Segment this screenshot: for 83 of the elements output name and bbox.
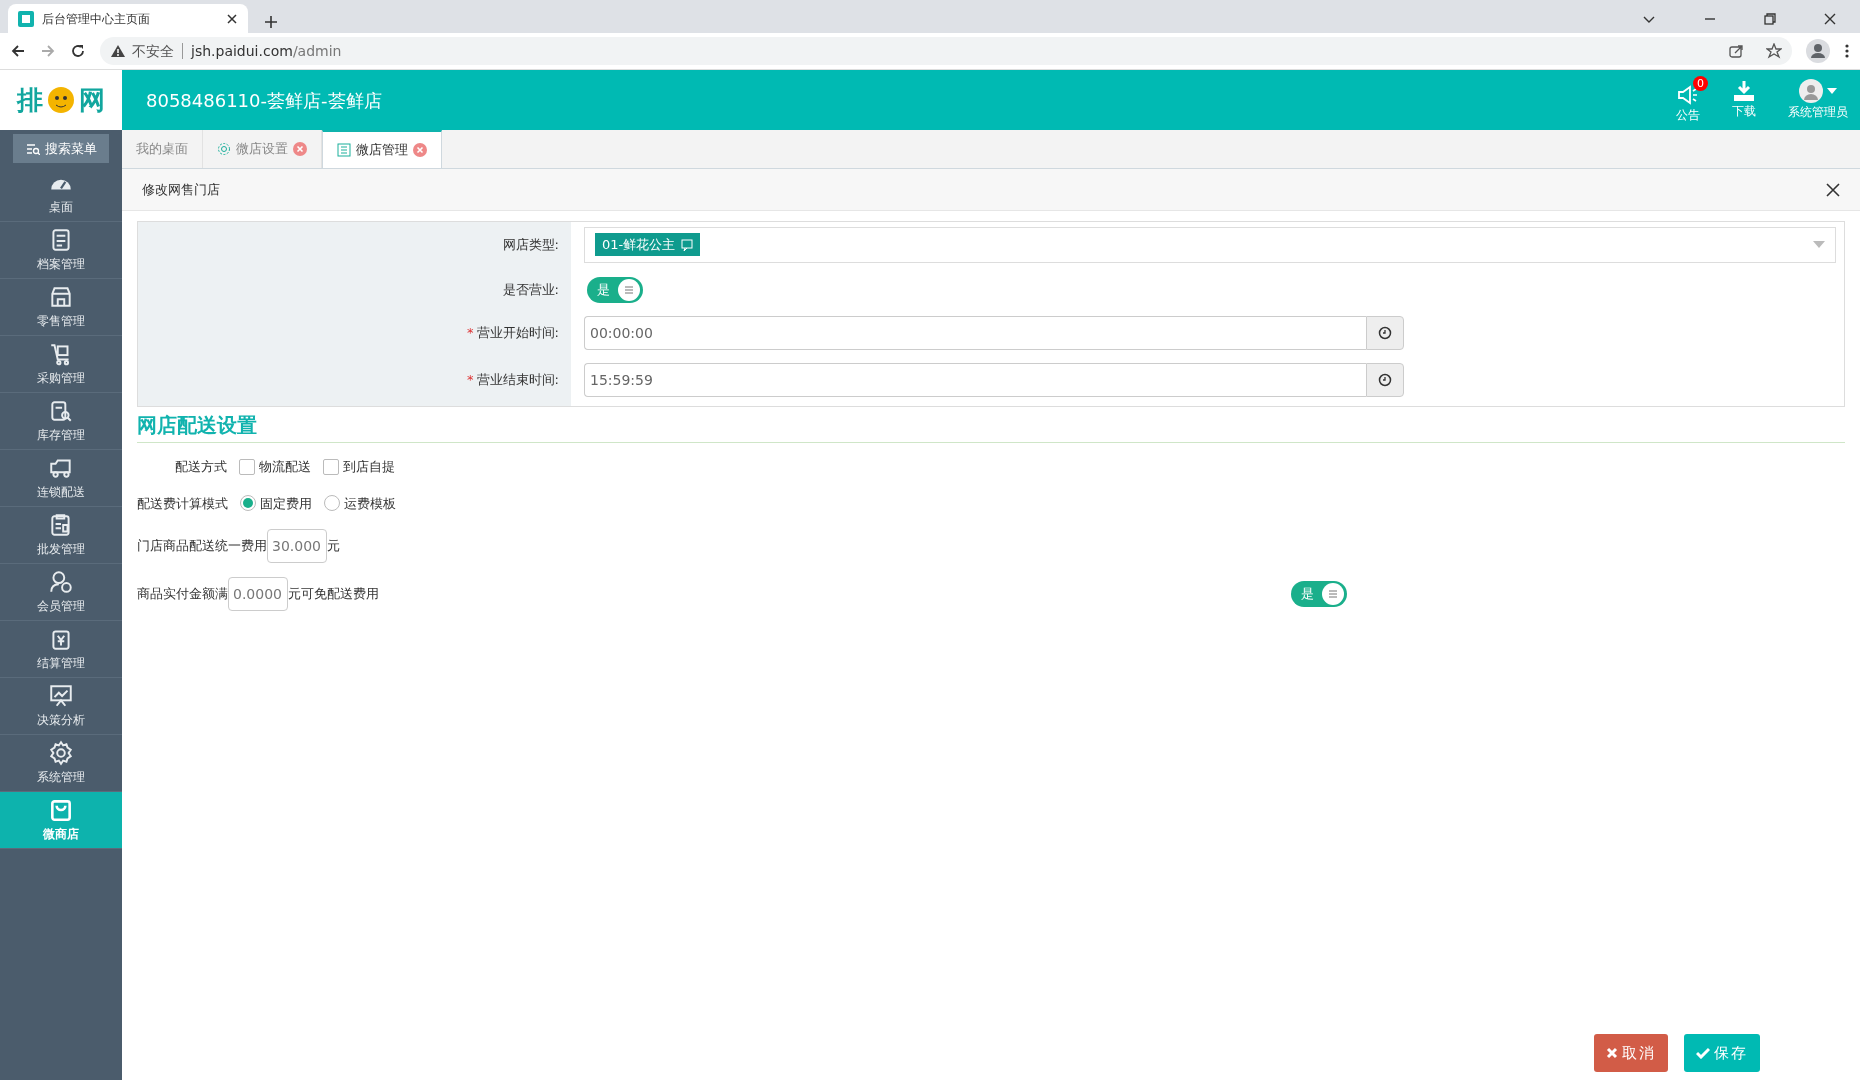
radio-button[interactable]: 运费模板 bbox=[324, 493, 396, 513]
logo-text: 网 bbox=[79, 83, 105, 117]
required-mark: * bbox=[467, 371, 474, 390]
store-icon bbox=[48, 284, 74, 310]
new-tab-icon[interactable] bbox=[264, 15, 278, 29]
clock-icon bbox=[1378, 373, 1392, 387]
check-icon bbox=[1696, 1047, 1710, 1059]
tag-icon bbox=[681, 238, 694, 251]
download-icon bbox=[1732, 80, 1756, 102]
threshold-input[interactable]: 0.0000 bbox=[228, 577, 288, 611]
fee-input[interactable]: 30.000 bbox=[267, 529, 327, 563]
field-label: 配送方式 bbox=[175, 458, 227, 476]
sidebar-item[interactable]: 档案管理 bbox=[0, 222, 122, 279]
monkey-icon bbox=[47, 85, 75, 115]
avatar-icon bbox=[1799, 79, 1823, 103]
browser-tab[interactable]: 后台管理中心主页面 bbox=[8, 4, 248, 33]
logo-text: 排 bbox=[17, 83, 43, 117]
checkbox[interactable]: 物流配送 bbox=[239, 457, 311, 477]
sidebar-item[interactable]: 结算管理 bbox=[0, 621, 122, 678]
time-field[interactable]: 15:59:59 bbox=[584, 363, 1366, 397]
field-label: 门店商品配送统一费用 bbox=[137, 537, 267, 556]
list-icon bbox=[337, 143, 351, 157]
close-icon bbox=[1606, 1047, 1618, 1059]
sidebar-item[interactable]: 库存管理 bbox=[0, 393, 122, 450]
field-label: 配送费计算模式 bbox=[137, 494, 228, 513]
field-label: 元可免配送费用 bbox=[288, 585, 379, 604]
sidebar-item[interactable]: 采购管理 bbox=[0, 336, 122, 393]
profile-icon[interactable] bbox=[1806, 39, 1830, 63]
radio-button[interactable]: 固定费用 bbox=[240, 493, 312, 513]
sidebar-item[interactable]: 连锁配送 bbox=[0, 450, 122, 507]
notice-count-badge: 0 bbox=[1693, 76, 1708, 91]
close-icon[interactable] bbox=[226, 12, 238, 25]
back-icon[interactable] bbox=[10, 43, 26, 59]
forward-icon bbox=[40, 43, 56, 59]
restore-icon[interactable] bbox=[1764, 13, 1776, 25]
field-label: 营业开始时间: bbox=[476, 324, 559, 343]
close-icon[interactable] bbox=[1824, 13, 1836, 25]
bag-icon bbox=[48, 797, 74, 823]
field-label: 是否营业: bbox=[502, 280, 559, 299]
required-mark: * bbox=[467, 324, 474, 343]
url-text: jsh.paidui.com/admin bbox=[191, 41, 342, 61]
page-tab[interactable]: 微店管理 bbox=[322, 130, 442, 168]
user-icon bbox=[48, 569, 74, 595]
clipboard-search-icon bbox=[48, 398, 74, 424]
share-icon[interactable] bbox=[1728, 43, 1744, 59]
clock-button[interactable] bbox=[1366, 316, 1404, 350]
caret-icon bbox=[1827, 88, 1837, 94]
sidebar-item[interactable]: 批发管理 bbox=[0, 507, 122, 564]
grip-icon bbox=[1328, 590, 1338, 598]
notice-button[interactable]: 公告 0 bbox=[1668, 76, 1708, 124]
field-label: 营业结束时间: bbox=[476, 371, 559, 390]
cancel-button[interactable]: 取消 bbox=[1594, 1034, 1668, 1072]
reload-icon[interactable] bbox=[70, 43, 86, 59]
store-title: 8058486110-荟鲜店-荟鲜店 bbox=[145, 88, 382, 113]
field-label: 网店类型: bbox=[502, 235, 559, 254]
address-bar[interactable]: 不安全 jsh.paidui.com/admin bbox=[100, 37, 1792, 65]
unit-label: 元 bbox=[327, 537, 340, 556]
chevron-down-icon[interactable] bbox=[1642, 15, 1656, 25]
checkbox[interactable]: 到店自提 bbox=[323, 457, 395, 477]
more-icon[interactable] bbox=[1844, 43, 1850, 59]
sidebar-item[interactable]: 决策分析 bbox=[0, 678, 122, 735]
grip-icon bbox=[624, 285, 634, 294]
site-favicon bbox=[18, 10, 34, 27]
sidebar-item[interactable]: 零售管理 bbox=[0, 279, 122, 336]
clock-button[interactable] bbox=[1366, 363, 1404, 397]
clock-icon bbox=[1378, 326, 1392, 340]
star-icon[interactable] bbox=[1766, 43, 1782, 59]
search-menu-button[interactable]: 搜索菜单 bbox=[13, 134, 109, 163]
panel-title: 修改网售门店 bbox=[142, 180, 220, 199]
store-type-select[interactable]: 01-鲜花公主 bbox=[584, 226, 1836, 263]
field-label: 商品实付金额满 bbox=[137, 585, 228, 604]
gear-icon bbox=[48, 740, 74, 766]
chart-board-icon bbox=[48, 683, 74, 709]
time-field[interactable]: 00:00:00 bbox=[584, 316, 1366, 350]
close-icon[interactable] bbox=[1826, 182, 1840, 197]
security-label: 不安全 bbox=[132, 41, 174, 61]
warning-icon bbox=[110, 44, 126, 58]
sidebar-item[interactable]: 会员管理 bbox=[0, 564, 122, 621]
store-type-tag: 01-鲜花公主 bbox=[595, 232, 701, 257]
dropdown-caret-icon bbox=[1813, 241, 1825, 248]
section-title: 网店配送设置 bbox=[137, 410, 1845, 443]
search-list-icon bbox=[25, 142, 40, 155]
gear-icon bbox=[217, 142, 231, 156]
